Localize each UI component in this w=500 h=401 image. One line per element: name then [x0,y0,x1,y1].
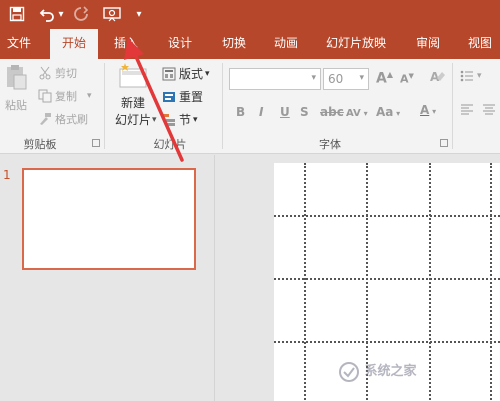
cut-button[interactable]: 剪切 [38,65,77,81]
bold-button[interactable]: B [236,105,245,119]
section-label: 节 [179,113,192,127]
align-left-icon [461,104,473,115]
redo-icon[interactable] [70,3,92,25]
strikethrough-button[interactable]: abc [320,105,344,119]
group-divider [104,63,105,149]
bullets-button[interactable]: ▾ [460,69,482,83]
change-case-button[interactable]: Aa ▾ [376,105,400,119]
grid-guide-vertical [490,163,492,401]
format-painter-button[interactable]: 格式刷 [38,111,88,127]
undo-dropdown-icon[interactable]: ▾ [56,3,66,25]
layout-icon [162,67,176,80]
customize-toolbar-icon[interactable]: ▾ [134,3,144,25]
tab-insert[interactable]: 插入 [104,29,148,59]
font-size-value: 60 [328,72,344,86]
increase-font-size-button[interactable]: A▲ [376,70,393,87]
reset-label: 重置 [179,90,204,104]
align-center-icon [483,104,495,115]
watermark-logo: 系统之家 [338,360,417,383]
new-slide-label-line2: 幻灯片 [114,113,151,127]
grid-guide-vertical [304,163,306,401]
tab-design[interactable]: 设计 [158,29,202,59]
new-slide-button[interactable]: 新建 幻灯片 [110,61,156,131]
ribbon-tabs: 文件 开始 插入 设计 切换 动画 幻灯片放映 审阅 视图 [0,29,500,60]
title-bar: ▾ ▾ [0,0,500,29]
tab-file[interactable]: 文件 [0,29,38,59]
font-dialog-launcher-icon[interactable] [440,139,448,147]
chevron-down-icon: ▾ [311,73,316,83]
tab-review[interactable]: 审阅 [406,29,450,59]
section-dropdown-icon: ▾ [193,114,198,125]
tab-view[interactable]: 视图 [458,29,500,59]
new-slide-dropdown-icon[interactable]: ▾ [152,115,157,125]
group-divider [222,63,223,149]
section-button[interactable]: 节 ▾ [162,111,198,128]
grid-guide-vertical [429,163,431,401]
slide-thumbnail[interactable] [22,168,196,270]
tab-home[interactable]: 开始 [50,29,98,60]
align-center-button[interactable] [482,103,499,117]
section-icon [163,113,175,126]
reset-icon [163,91,175,102]
format-painter-icon [40,113,51,125]
slide-thumbnail-pane: 1 [0,155,215,401]
copy-label: 复制 [55,90,77,103]
paste-label: 粘贴 [5,99,27,112]
tab-transitions[interactable]: 切换 [212,29,256,59]
cut-label: 剪切 [55,67,77,80]
slide-number: 1 [3,168,11,182]
reset-button[interactable]: 重置 [162,88,203,105]
scissors-icon [39,66,51,80]
new-slide-label-line1: 新建 [120,96,145,110]
font-color-button[interactable]: A ▾ [420,103,436,117]
decrease-font-size-button[interactable]: A▼ [400,72,414,86]
ribbon-home: 粘贴 剪切 复制 ▾ 格式刷 剪贴板 新建 幻灯片 ▾ 版式 ▾ 重置 节 ▾ … [0,59,500,154]
tab-slideshow[interactable]: 幻灯片放映 [320,29,392,59]
format-painter-label: 格式刷 [55,113,88,126]
align-left-button[interactable] [460,103,477,117]
italic-button[interactable]: I [259,105,263,119]
copy-icon [38,89,52,103]
slides-group-label: 幻灯片 [153,138,187,151]
font-name-combobox[interactable]: ▾ [229,68,321,90]
grid-guide-horizontal [274,215,500,217]
save-icon[interactable] [6,3,28,25]
layout-button[interactable]: 版式 ▾ [162,65,210,82]
copy-dropdown-icon: ▾ [87,91,92,101]
paste-icon [7,65,27,90]
clipboard-dialog-launcher-icon[interactable] [92,139,100,147]
grid-guide-horizontal [274,341,500,343]
clear-formatting-icon[interactable]: A [429,68,447,89]
bullets-icon [460,70,473,82]
copy-button[interactable]: 复制 ▾ [38,88,92,104]
chevron-down-icon: ▾ [359,73,364,83]
font-size-combobox[interactable]: 60 ▾ [323,68,369,90]
undo-icon[interactable] [36,3,58,25]
present-from-start-icon[interactable] [100,3,124,25]
underline-button[interactable]: U [280,105,290,119]
group-divider [452,63,453,149]
clipboard-group-label: 剪贴板 [23,138,57,151]
new-slide-icon [119,63,147,88]
layout-dropdown-icon: ▾ [205,68,210,79]
grid-guide-horizontal [274,278,500,280]
text-shadow-button[interactable]: S [300,105,309,119]
font-group-label: 字体 [319,138,341,151]
paste-button[interactable]: 粘贴 [2,63,30,119]
tab-animations[interactable]: 动画 [264,29,308,59]
layout-label: 版式 [179,67,204,81]
chevron-down-icon: ▾ [477,71,482,81]
character-spacing-button[interactable]: AV ▾ [346,105,368,119]
